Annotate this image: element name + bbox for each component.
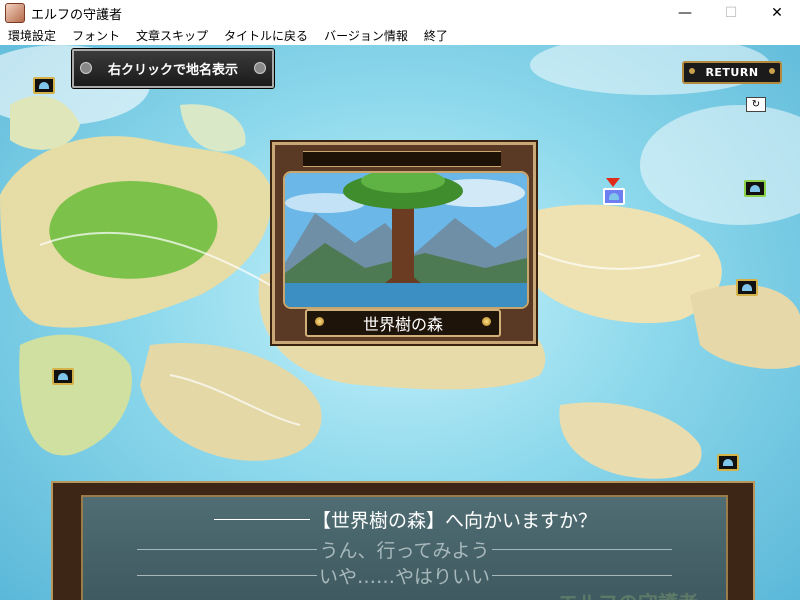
menu-text-skip[interactable]: 文章スキップ — [128, 27, 216, 44]
location-marker[interactable] — [736, 279, 758, 296]
gem-icon — [315, 317, 324, 326]
maximize-button: ☐ — [724, 5, 738, 21]
return-button[interactable]: RETURN — [682, 61, 782, 84]
dialog-box: 【世界樹の森】へ向かいますか？ うん、行ってみよう いや……やはりいい エルフの… — [51, 481, 755, 600]
dialog-question: 【世界樹の森】へ向かいますか？ — [83, 507, 726, 532]
menu-version-info[interactable]: バージョン情報 — [316, 27, 416, 44]
rivet-icon — [80, 62, 92, 74]
rivet-icon — [689, 68, 695, 74]
return-label: RETURN — [705, 66, 759, 79]
menu-font[interactable]: フォント — [64, 27, 128, 44]
location-marker[interactable] — [744, 180, 766, 197]
choice-decline[interactable]: いや……やはりいい — [83, 563, 726, 588]
location-marker[interactable] — [52, 368, 74, 385]
window-title: エルフの守護者 — [31, 7, 123, 23]
location-marker[interactable] — [717, 454, 739, 471]
cycle-icon[interactable]: ↻ — [746, 97, 766, 112]
menu-settings[interactable]: 環境設定 — [0, 27, 64, 44]
panel-decoration — [303, 151, 501, 167]
choice-go-label: うん、行ってみよう — [319, 539, 490, 562]
selection-arrow-icon — [606, 178, 620, 187]
current-location-marker[interactable] — [603, 188, 625, 205]
rivet-icon — [769, 68, 775, 74]
question-text: 【世界樹の森】へ向かいますか？ — [311, 509, 597, 532]
game-area: 右クリックで地名表示 RETURN ↻ 世界樹の森 【世界樹の森】へ向かいますか… — [0, 45, 800, 600]
title-bar: エルフの守護者 — ☐ ✕ — [0, 0, 800, 26]
menu-exit[interactable]: 終了 — [416, 27, 456, 44]
menu-return-title[interactable]: タイトルに戻る — [216, 27, 316, 44]
rivet-icon — [254, 62, 266, 74]
location-preview-image — [283, 171, 529, 309]
right-click-hint: 右クリックで地名表示 — [72, 49, 274, 88]
close-button[interactable]: ✕ — [754, 0, 800, 26]
choice-go[interactable]: うん、行ってみよう — [83, 537, 726, 562]
game-logo-watermark: エルフの守護者 — [558, 587, 698, 600]
location-preview-panel: 世界樹の森 — [272, 142, 536, 344]
app-icon — [5, 3, 25, 23]
choice-decline-label: いや……やはりいい — [318, 565, 490, 588]
dialog-panel: 【世界樹の森】へ向かいますか？ うん、行ってみよう いや……やはりいい エルフの… — [81, 495, 728, 600]
location-name-plate: 世界樹の森 — [305, 309, 501, 337]
minimize-button[interactable]: — — [662, 0, 708, 26]
location-marker[interactable] — [33, 77, 55, 94]
location-name: 世界樹の森 — [362, 315, 443, 334]
gem-icon — [482, 317, 491, 326]
menu-bar: 環境設定 フォント 文章スキップ タイトルに戻る バージョン情報 終了 — [0, 26, 800, 45]
hint-text: 右クリックで地名表示 — [107, 63, 238, 78]
